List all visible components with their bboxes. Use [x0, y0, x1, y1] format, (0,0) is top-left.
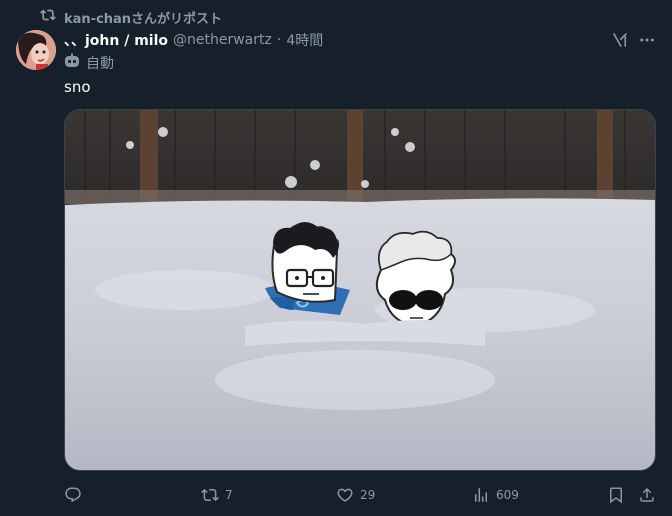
views-icon	[475, 488, 487, 502]
more-icon	[640, 38, 654, 42]
reposted-by-line[interactable]: kan-chanさんがリポスト	[40, 7, 222, 27]
repost-icon	[201, 488, 219, 502]
bookmark-icon	[610, 487, 622, 504]
display-name[interactable]: 、、john / milo	[64, 30, 168, 50]
grok-button[interactable]	[609, 29, 631, 51]
user-handle[interactable]: @netherwartz	[173, 32, 272, 48]
automated-label[interactable]: 自動	[64, 53, 114, 73]
timestamp[interactable]: 4時間	[286, 30, 323, 50]
tweet-text: sno	[64, 78, 91, 96]
repost-icon	[40, 7, 56, 27]
share-icon	[640, 487, 654, 502]
bookmark-button[interactable]	[607, 484, 625, 506]
views-count: 609	[496, 488, 519, 502]
avatar[interactable]	[16, 30, 56, 70]
like-count: 29	[360, 488, 376, 502]
repost-button[interactable]: 7	[201, 484, 233, 506]
bot-icon	[64, 53, 80, 73]
more-options-button[interactable]	[636, 29, 658, 51]
tweet-actions: 7 29 609	[64, 484, 658, 506]
reply-icon	[65, 487, 81, 503]
views-button[interactable]: 609	[472, 484, 519, 506]
repost-count: 7	[225, 488, 233, 502]
automated-text: 自動	[86, 56, 114, 72]
tweet[interactable]: kan-chanさんがリポスト 、、john / milo @netherwar…	[0, 0, 672, 516]
reply-button[interactable]	[64, 484, 88, 506]
heart-icon	[337, 488, 353, 502]
separator-dot: ·	[276, 32, 282, 48]
like-button[interactable]: 29	[336, 484, 375, 506]
grok-icon	[613, 33, 627, 47]
tweet-photo[interactable]	[64, 109, 656, 471]
tweet-header: 、、john / milo @netherwartz · 4時間	[64, 30, 323, 50]
share-button[interactable]	[638, 484, 656, 506]
reposted-by-text[interactable]: kan-chanさんがリポスト	[64, 8, 222, 27]
